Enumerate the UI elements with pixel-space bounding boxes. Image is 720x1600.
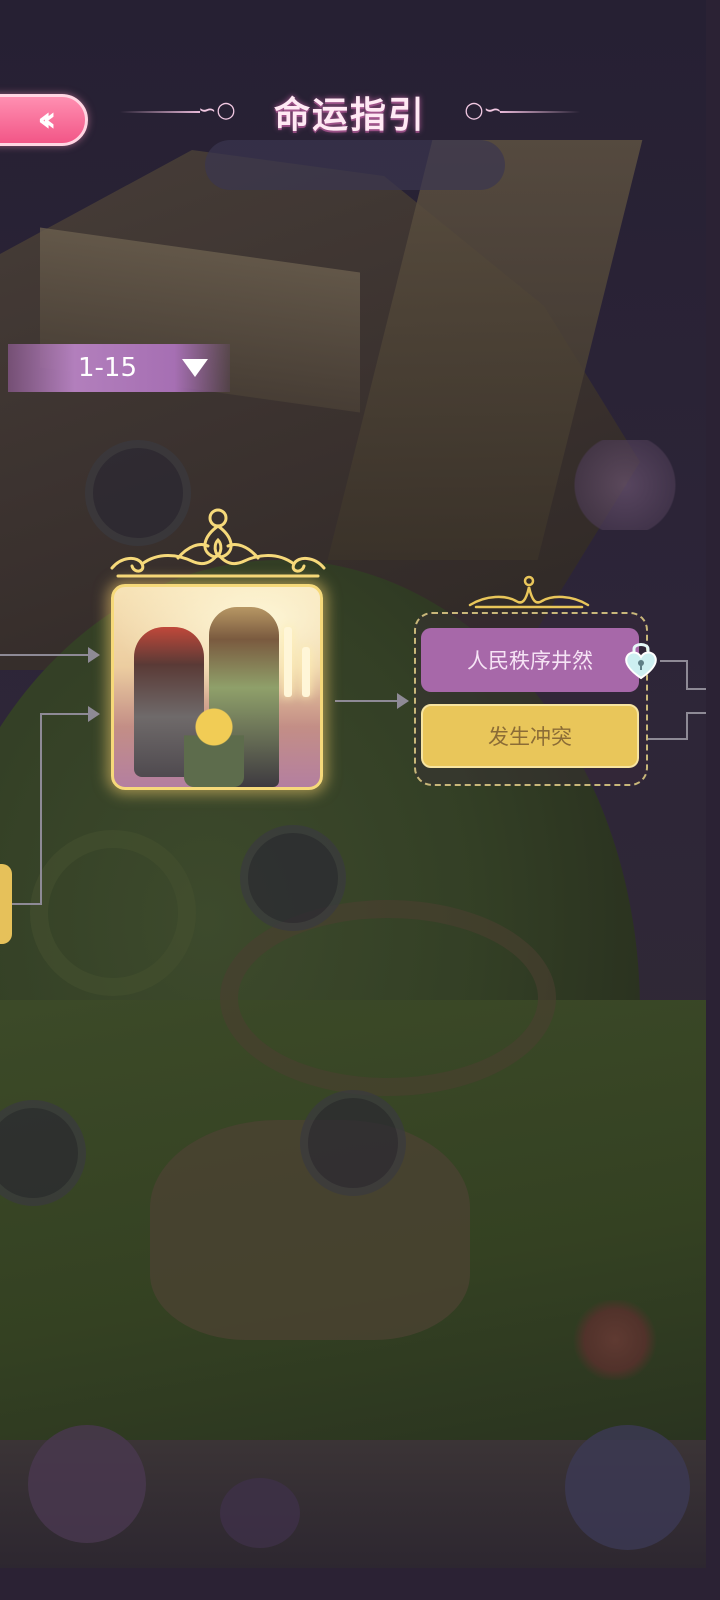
connector-line bbox=[335, 700, 397, 702]
arrow-right-icon bbox=[88, 647, 100, 663]
previous-choice-node[interactable] bbox=[0, 864, 12, 944]
choice-ornament-icon bbox=[468, 575, 590, 609]
connector-line bbox=[686, 712, 688, 740]
path-swirl bbox=[220, 900, 556, 1096]
chapter-dropdown[interactable]: 1-15 bbox=[8, 344, 230, 392]
flower-bush bbox=[570, 1300, 660, 1380]
connector-line bbox=[648, 738, 688, 740]
connector-line bbox=[40, 713, 42, 905]
choice-label: 发生冲突 bbox=[488, 725, 572, 749]
title-bar: ∽○ 命运指引 ○∽ bbox=[120, 88, 580, 136]
connector-line bbox=[686, 660, 688, 690]
choice-option-1[interactable]: 人民秩序井然 bbox=[421, 628, 639, 692]
candle bbox=[302, 647, 310, 697]
background-banner bbox=[205, 140, 505, 190]
title-divider-right bbox=[500, 111, 580, 113]
connector-line bbox=[0, 654, 88, 656]
bottom-avatar-dimmed bbox=[565, 1425, 690, 1550]
crown-frame-icon bbox=[110, 508, 326, 578]
back-button[interactable]: ‹‹ bbox=[0, 94, 88, 146]
story-node-card[interactable] bbox=[111, 584, 323, 790]
connector-line bbox=[12, 903, 42, 905]
map-stage-node bbox=[300, 1090, 406, 1196]
heart-lock-icon bbox=[625, 643, 657, 680]
map-stage-node bbox=[240, 825, 346, 931]
connector-line bbox=[40, 713, 88, 715]
bottom-menu-button-dimmed bbox=[220, 1478, 300, 1548]
chapter-value: 1-15 bbox=[78, 353, 138, 383]
arrow-right-icon bbox=[397, 693, 409, 709]
map-decoration bbox=[570, 440, 680, 530]
page-title: 命运指引 bbox=[273, 95, 426, 136]
bottom-menu-button-dimmed bbox=[28, 1425, 146, 1543]
candle bbox=[284, 627, 292, 697]
connector-line bbox=[686, 712, 706, 714]
choice-label: 人民秩序井然 bbox=[467, 649, 593, 673]
hedge-swirl bbox=[30, 830, 196, 996]
triangle-down-icon bbox=[182, 359, 208, 377]
double-chevron-left-icon: ‹‹ bbox=[37, 99, 56, 140]
flourish-left-icon: ∽○ bbox=[198, 98, 236, 123]
child-figure bbox=[184, 707, 244, 787]
flourish-right-icon: ○∽ bbox=[464, 98, 502, 123]
arrow-right-icon bbox=[88, 706, 100, 722]
connector-line bbox=[660, 660, 688, 662]
choice-option-2[interactable]: 发生冲突 bbox=[421, 704, 639, 768]
title-divider-left bbox=[120, 111, 200, 113]
connector-line bbox=[686, 688, 706, 690]
